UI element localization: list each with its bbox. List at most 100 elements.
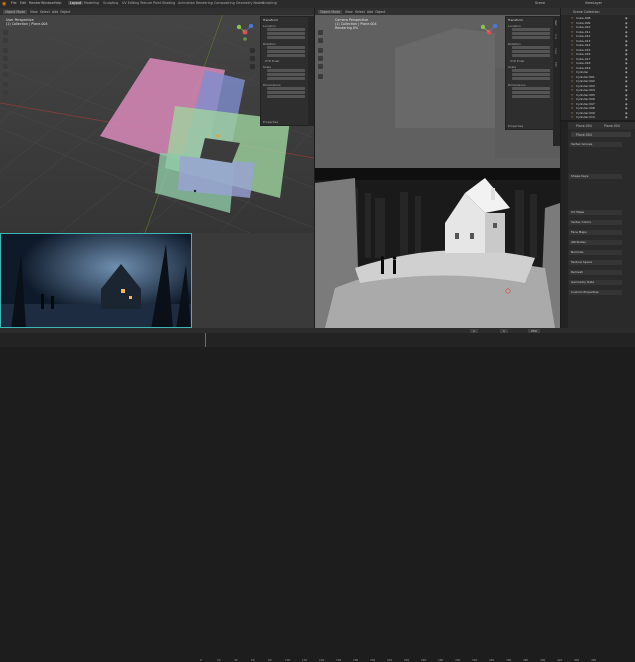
- visibility-eye-icon[interactable]: ◉: [625, 48, 628, 52]
- visibility-eye-icon[interactable]: ◉: [625, 39, 628, 43]
- right-scale-tool-icon[interactable]: [318, 64, 323, 69]
- annotate-tool-icon[interactable]: [3, 82, 8, 87]
- visibility-eye-icon[interactable]: ◉: [625, 115, 628, 119]
- visibility-eye-icon[interactable]: ◉: [625, 102, 628, 106]
- right-properties-label[interactable]: Properties: [508, 124, 523, 128]
- right-annotate-tool-icon[interactable]: [318, 74, 323, 79]
- left-npanel-tabs[interactable]: [308, 16, 314, 126]
- measure-tool-icon[interactable]: [3, 90, 8, 95]
- rotate-tool-icon[interactable]: [3, 56, 8, 61]
- left-scale-y-field[interactable]: [267, 73, 305, 77]
- visibility-eye-icon[interactable]: ◉: [625, 16, 628, 20]
- left-menu-add[interactable]: Add: [52, 10, 58, 14]
- end-frame-field[interactable]: 250: [528, 328, 540, 333]
- right-cursor-tool-icon[interactable]: [318, 38, 323, 43]
- mesh-name-field[interactable]: Plane.004: [571, 132, 631, 137]
- right-npanel-tabs[interactable]: Item Tool View Edit: [553, 16, 560, 146]
- move-tool-icon[interactable]: [3, 48, 8, 53]
- left-dim-y-field[interactable]: [267, 91, 305, 95]
- right-scale-z-field[interactable]: [512, 77, 550, 81]
- right-menu-select[interactable]: Select: [355, 10, 365, 14]
- reference-image-panel[interactable]: [0, 233, 192, 328]
- tab-modeling[interactable]: Modeling: [84, 1, 99, 5]
- properties-tab-strip[interactable]: [561, 122, 568, 328]
- visibility-eye-icon[interactable]: ◉: [625, 111, 628, 115]
- viewlayer-selector[interactable]: ViewLayer: [585, 1, 602, 5]
- left-dim-z-field[interactable]: [267, 95, 305, 99]
- right-mode-dropdown[interactable]: Object Mode: [318, 9, 343, 14]
- visibility-eye-icon[interactable]: ◉: [625, 21, 628, 25]
- right-loc-y-field[interactable]: [512, 32, 550, 36]
- outliner[interactable]: Scene Collection ▽ Cube.008 ◉ ▽ Cube.009 ◉ ▽ Cu…: [561, 8, 635, 120]
- properties-panel-row[interactable]: Texture Space: [569, 260, 622, 265]
- left-rot-x-field[interactable]: [267, 46, 305, 50]
- properties-panel-row[interactable]: Remesh: [569, 270, 622, 275]
- tab-rendering[interactable]: Rendering: [196, 1, 213, 5]
- right-loc-x-field[interactable]: [512, 28, 550, 32]
- left-scale-z-field[interactable]: [267, 77, 305, 81]
- properties-panel-row[interactable]: Shape Keys: [569, 174, 622, 179]
- menu-window[interactable]: Window: [41, 1, 54, 5]
- visibility-eye-icon[interactable]: ◉: [625, 30, 628, 34]
- navigation-gizmo-icon[interactable]: [233, 20, 257, 44]
- tab-geometry-nodes[interactable]: Geometry Nodes: [236, 1, 264, 5]
- visibility-eye-icon[interactable]: ◉: [625, 97, 628, 101]
- properties-data-name[interactable]: Plane.004: [604, 124, 620, 128]
- visibility-eye-icon[interactable]: ◉: [625, 66, 628, 70]
- select-tool-icon[interactable]: [3, 30, 8, 35]
- menu-edit[interactable]: Edit: [20, 1, 26, 5]
- right-dim-x-field[interactable]: [512, 87, 550, 91]
- left-rot-y-field[interactable]: [267, 50, 305, 54]
- left-properties-label[interactable]: Properties: [263, 120, 278, 124]
- right-dim-z-field[interactable]: [512, 95, 550, 99]
- left-dim-x-field[interactable]: [267, 87, 305, 91]
- right-navigation-gizmo-icon[interactable]: [477, 20, 501, 44]
- tab-sculpting[interactable]: Sculpting: [103, 1, 118, 5]
- right-select-tool-icon[interactable]: [318, 30, 323, 35]
- left-menu-object[interactable]: Object: [60, 10, 70, 14]
- right-rot-x-field[interactable]: [512, 46, 550, 50]
- right-rot-z-field[interactable]: [512, 54, 550, 58]
- properties-panel-row[interactable]: Custom Properties: [569, 290, 622, 295]
- left-scale-x-field[interactable]: [267, 69, 305, 73]
- visibility-eye-icon[interactable]: ◉: [625, 75, 628, 79]
- timeline[interactable]: 1 1 250 0 20 40 60 80 100 120 140 160 180 200 220 24…: [0, 328, 635, 662]
- start-frame-field[interactable]: 1: [500, 328, 508, 333]
- tab-shading[interactable]: Shading: [162, 1, 175, 5]
- blender-logo-icon[interactable]: ◉: [2, 1, 8, 7]
- tab-compositing[interactable]: Compositing: [214, 1, 235, 5]
- left-mode-dropdown[interactable]: Object Mode: [3, 9, 28, 14]
- transform-tool-icon[interactable]: [3, 72, 8, 77]
- tab-texture-paint[interactable]: Texture Paint: [140, 1, 161, 5]
- visibility-eye-icon[interactable]: ◉: [625, 61, 628, 65]
- cursor-tool-icon[interactable]: [3, 38, 8, 43]
- visibility-eye-icon[interactable]: ◉: [625, 52, 628, 56]
- visibility-eye-icon[interactable]: ◉: [625, 93, 628, 97]
- camera-view-icon[interactable]: [250, 64, 255, 69]
- right-scale-y-field[interactable]: [512, 73, 550, 77]
- visibility-eye-icon[interactable]: ◉: [625, 57, 628, 61]
- right-dim-y-field[interactable]: [512, 91, 550, 95]
- properties-panel-row[interactable]: UV Maps: [569, 210, 622, 215]
- right-menu-view[interactable]: View: [345, 10, 353, 14]
- menu-render[interactable]: Render: [29, 1, 41, 5]
- left-viewport[interactable]: Object Mode View Select Add Object User …: [0, 8, 314, 233]
- properties-object-name[interactable]: Plane.004: [576, 124, 592, 128]
- right-menu-object[interactable]: Object: [375, 10, 385, 14]
- left-loc-y-field[interactable]: [267, 32, 305, 36]
- visibility-eye-icon[interactable]: ◉: [625, 25, 628, 29]
- visibility-eye-icon[interactable]: ◉: [625, 79, 628, 83]
- scale-tool-icon[interactable]: [3, 64, 8, 69]
- scene-selector[interactable]: Scene: [535, 1, 545, 5]
- pan-icon[interactable]: [250, 56, 255, 61]
- properties-panel-row[interactable]: Normals: [569, 250, 622, 255]
- left-loc-x-field[interactable]: [267, 28, 305, 32]
- tab-animation[interactable]: Animation: [178, 1, 195, 5]
- right-viewport[interactable]: Object Mode View Select Add Object Camer…: [315, 8, 560, 328]
- properties-panel-row[interactable]: Vertex Groups: [569, 142, 622, 147]
- right-rot-y-field[interactable]: [512, 50, 550, 54]
- tab-scripting[interactable]: Scripting: [262, 1, 277, 5]
- properties-editor[interactable]: Plane.004 Plane.004 Plane.004 Vertex Gro…: [561, 122, 635, 328]
- visibility-eye-icon[interactable]: ◉: [625, 43, 628, 47]
- properties-panel-row[interactable]: Face Maps: [569, 230, 622, 235]
